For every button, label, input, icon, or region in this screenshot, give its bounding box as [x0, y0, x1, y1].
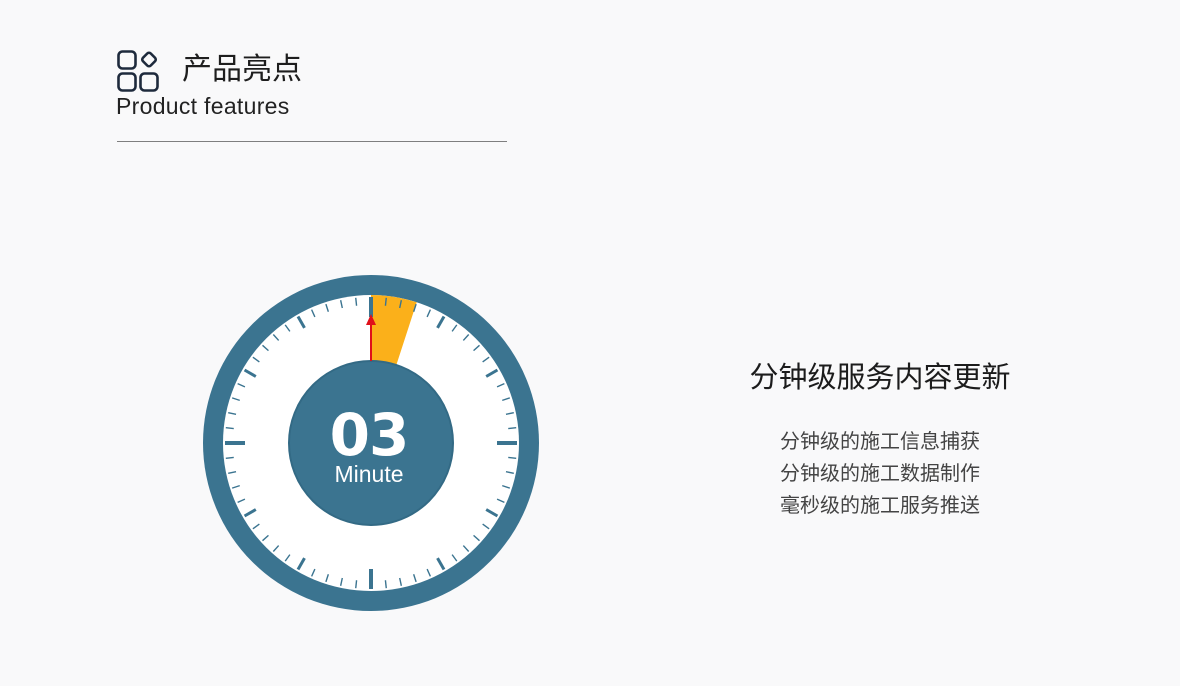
minor-tick [355, 580, 358, 589]
stopwatch-unit: Minute [334, 461, 404, 487]
minor-tick [384, 297, 387, 306]
section-title: 产品亮点 [182, 52, 302, 87]
header-divider [117, 141, 507, 142]
feature-heading: 分钟级服务内容更新 [749, 360, 1011, 394]
section-subtitle: Product features [116, 93, 290, 119]
feature-block: 分钟级服务内容更新 分钟级的施工信息捕获 分钟级的施工数据制作 毫秒级的施工服务… [700, 355, 1060, 517]
stopwatch: 03 Minute [201, 273, 541, 613]
minor-tick [355, 297, 358, 306]
stopwatch-value: 03 [329, 401, 410, 469]
feature-item: 毫秒级的施工服务推送 [780, 493, 980, 517]
feature-grid-icon [117, 50, 159, 92]
section-header: 产品亮点 Product features [116, 48, 508, 144]
minor-tick [384, 580, 387, 589]
feature-list: 分钟级的施工信息捕获 分钟级的施工数据制作 毫秒级的施工服务推送 [700, 425, 1060, 521]
feature-item: 分钟级的施工数据制作 [780, 461, 980, 485]
feature-item: 分钟级的施工信息捕获 [780, 429, 980, 453]
